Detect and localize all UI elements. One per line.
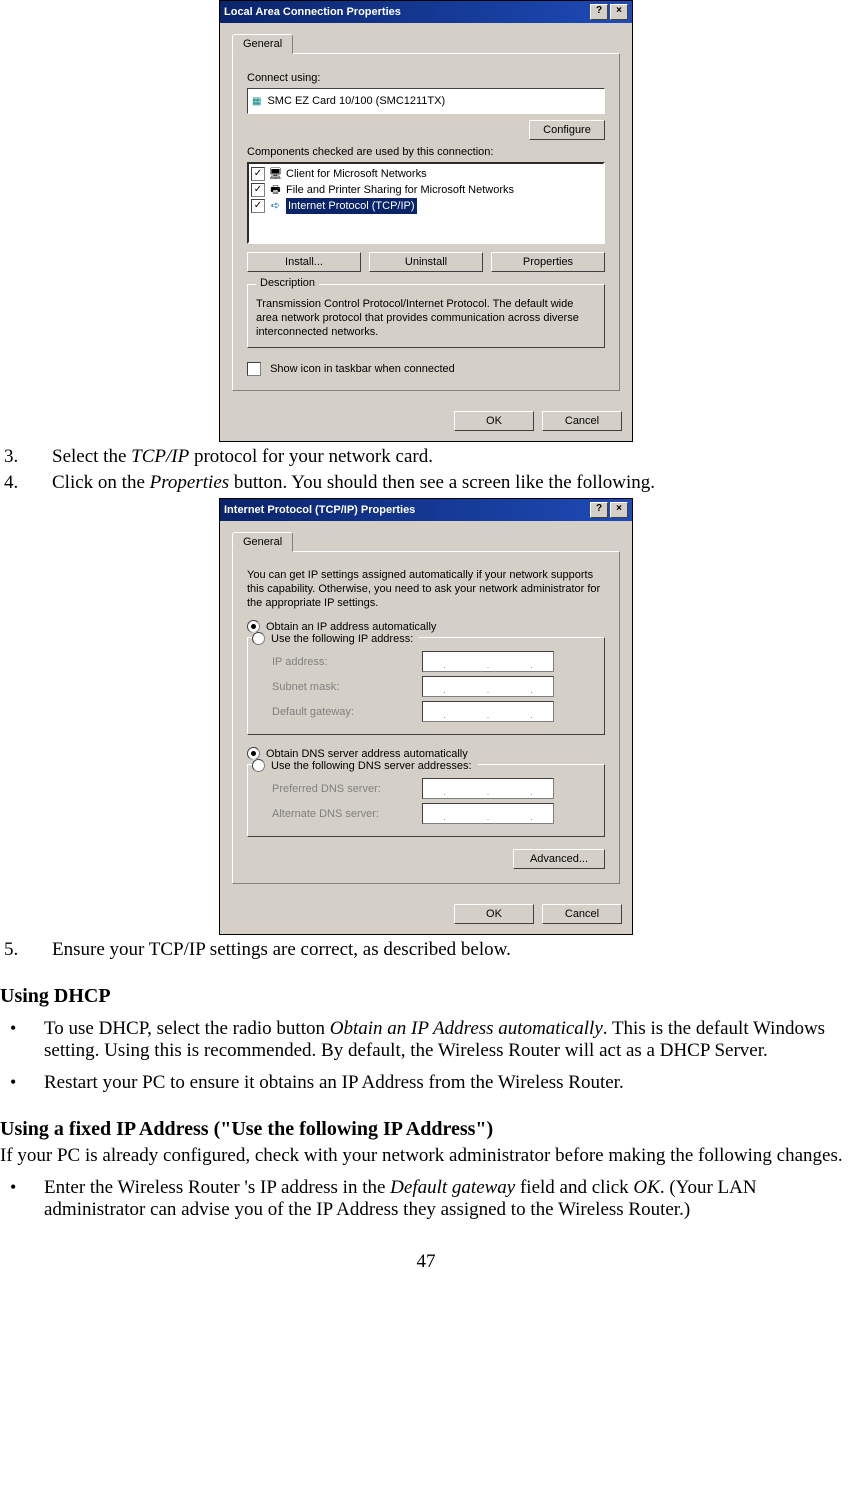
item-label: Client for Microsoft Networks [286, 166, 427, 182]
nic-icon: ▦ [252, 96, 261, 107]
radio-icon[interactable] [252, 632, 265, 645]
mask-label: Subnet mask: [272, 681, 422, 693]
adns-input[interactable]: ... [422, 803, 554, 824]
uninstall-button[interactable]: Uninstall [369, 252, 483, 272]
help-icon[interactable]: ? [590, 4, 608, 20]
gateway-label: Default gateway: [272, 706, 422, 718]
static-ip-group: Use the following IP address: IP address… [247, 637, 605, 735]
bullet-text: Restart your PC to ensure it obtains an … [44, 1072, 852, 1094]
paragraph: If your PC is already configured, check … [0, 1145, 852, 1167]
bullet-text: Enter the Wireless Router 's IP address … [44, 1177, 852, 1221]
step-text: Ensure your TCP/IP settings are correct,… [52, 939, 852, 961]
advanced-button[interactable]: Advanced... [513, 849, 605, 869]
close-icon[interactable]: × [610, 502, 628, 518]
adapter-name: SMC EZ Card 10/100 (SMC1211TX) [267, 95, 445, 107]
step-number: 5. [0, 939, 52, 961]
client-icon: 🖥 [268, 167, 283, 181]
intro-text: You can get IP settings assigned automat… [247, 568, 605, 610]
connect-using-label: Connect using: [247, 72, 605, 84]
pdns-label: Preferred DNS server: [272, 783, 422, 795]
step-number: 4. [0, 472, 52, 494]
radio-icon[interactable] [252, 759, 265, 772]
radio-label: Use the following IP address: [271, 633, 413, 645]
step-text: Click on the Properties button. You shou… [52, 472, 852, 494]
lan-properties-dialog: Local Area Connection Properties ? × Gen… [219, 0, 633, 442]
radio-static-ip[interactable]: Use the following IP address: [252, 632, 419, 645]
mask-input[interactable]: ... [422, 676, 554, 697]
titlebar[interactable]: Local Area Connection Properties ? × [220, 1, 632, 23]
cancel-button[interactable]: Cancel [542, 411, 622, 431]
step-number: 3. [0, 446, 52, 468]
cancel-button[interactable]: Cancel [542, 904, 622, 924]
titlebar[interactable]: Internet Protocol (TCP/IP) Properties ? … [220, 499, 632, 521]
radio-static-dns[interactable]: Use the following DNS server addresses: [252, 759, 478, 772]
item-label: File and Printer Sharing for Microsoft N… [286, 182, 514, 198]
window-title: Local Area Connection Properties [224, 6, 401, 18]
pdns-input[interactable]: ... [422, 778, 554, 799]
help-icon[interactable]: ? [590, 502, 608, 518]
ip-label: IP address: [272, 656, 422, 668]
ip-input[interactable]: ... [422, 651, 554, 672]
ok-button[interactable]: OK [454, 411, 534, 431]
components-list[interactable]: ✓ 🖥 Client for Microsoft Networks ✓ 🖶 Fi… [247, 162, 605, 244]
bullet-icon: • [0, 1018, 44, 1062]
protocol-icon: ➪ [268, 199, 283, 213]
list-item[interactable]: ✓ ➪ Internet Protocol (TCP/IP) [251, 198, 601, 214]
components-label: Components checked are used by this conn… [247, 146, 605, 158]
description-text: Transmission Control Protocol/Internet P… [256, 297, 596, 339]
install-button[interactable]: Install... [247, 252, 361, 272]
radio-label: Obtain an IP address automatically [266, 621, 436, 633]
adns-label: Alternate DNS server: [272, 808, 422, 820]
checkbox-icon[interactable]: ✓ [251, 167, 265, 181]
description-group: Transmission Control Protocol/Internet P… [247, 284, 605, 348]
ok-button[interactable]: OK [454, 904, 534, 924]
printer-icon: 🖶 [268, 183, 283, 197]
adapter-field: ▦ SMC EZ Card 10/100 (SMC1211TX) [247, 88, 605, 114]
radio-label: Use the following DNS server addresses: [271, 760, 472, 772]
bullet-icon: • [0, 1072, 44, 1094]
close-icon[interactable]: × [610, 4, 628, 20]
show-icon-label: Show icon in taskbar when connected [270, 363, 455, 375]
step-text: Select the TCP/IP protocol for your netw… [52, 446, 852, 468]
gateway-input[interactable]: ... [422, 701, 554, 722]
properties-button[interactable]: Properties [491, 252, 605, 272]
heading-dhcp: Using DHCP [0, 985, 852, 1008]
checkbox-icon[interactable]: ✓ [251, 183, 265, 197]
window-title: Internet Protocol (TCP/IP) Properties [224, 504, 415, 516]
bullet-text: To use DHCP, select the radio button Obt… [44, 1018, 852, 1062]
radio-label: Obtain DNS server address automatically [266, 748, 468, 760]
tab-general[interactable]: General [232, 532, 293, 552]
list-item[interactable]: ✓ 🖥 Client for Microsoft Networks [251, 166, 601, 182]
checkbox-icon[interactable]: ✓ [251, 199, 265, 213]
static-dns-group: Use the following DNS server addresses: … [247, 764, 605, 837]
page-number: 47 [0, 1251, 852, 1273]
show-icon-checkbox[interactable] [247, 362, 261, 376]
item-label-selected: Internet Protocol (TCP/IP) [286, 198, 417, 214]
tab-general[interactable]: General [232, 34, 293, 54]
configure-button[interactable]: Configure [529, 120, 605, 140]
heading-fixed-ip: Using a fixed IP Address ("Use the follo… [0, 1118, 852, 1141]
list-item[interactable]: ✓ 🖶 File and Printer Sharing for Microso… [251, 182, 601, 198]
tcpip-properties-dialog: Internet Protocol (TCP/IP) Properties ? … [219, 498, 633, 935]
bullet-icon: • [0, 1177, 44, 1221]
